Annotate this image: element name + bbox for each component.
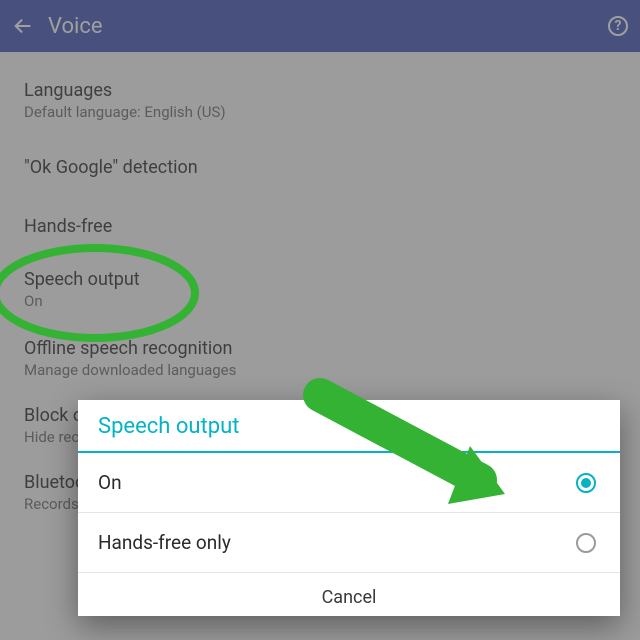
option-hands-free-only[interactable]: Hands-free only: [78, 513, 620, 573]
radio-icon[interactable]: [576, 533, 596, 553]
cancel-label: Cancel: [322, 587, 377, 608]
option-on[interactable]: On: [78, 453, 620, 513]
radio-icon[interactable]: [576, 473, 596, 493]
dialog-cancel-button[interactable]: Cancel: [78, 573, 620, 616]
option-label: Hands-free only: [98, 531, 231, 554]
dialog-title: Speech output: [78, 400, 620, 451]
speech-output-dialog: Speech output On Hands-free only Cancel: [78, 400, 620, 616]
option-label: On: [98, 471, 122, 494]
